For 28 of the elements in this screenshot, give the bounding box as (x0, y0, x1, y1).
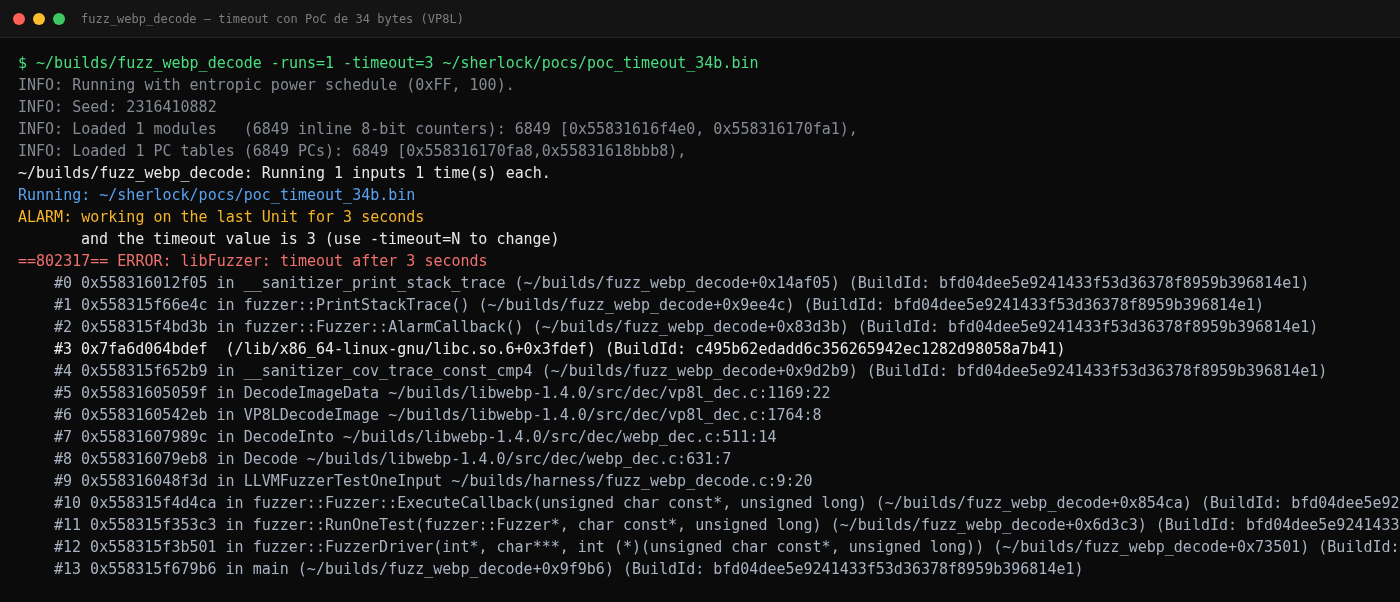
stack-frame-line: #7 0x55831607989c in DecodeInto ~/builds/libwebp-1.4.0/src/dec/webp_dec.c:511:14 (54, 428, 777, 446)
stack-frame-line: #8 0x558316079eb8 in Decode ~/builds/libwebp-1.4.0/src/dec/webp_dec.c:631:7 (54, 450, 732, 468)
stack-frame-line: #4 0x558315f652b9 in __sanitizer_cov_trace_const_cmp4 (~/builds/fuzz_webp_decode+0x9d2b9) (BuildId: bfd04dee5e9241433f53d36378f8959b396814e1) (54, 362, 1328, 380)
stack-frame-line: #12 0x558315f3b501 in fuzzer::FuzzerDriver(int*, char***, int (*)(unsigned char const*, unsigned long)) (~/builds/fuzz_webp_decode+0x73501) (BuildId: (54, 538, 1400, 556)
log-line: INFO: Loaded 1 modules (6849 inline 8-bit counters): 6849 [0x55831616f4e0, 0x558316170fa1), (18, 120, 858, 138)
stack-frame-line: #2 0x558315f4bd3b in fuzzer::Fuzzer::AlarmCallback() (~/builds/fuzz_webp_decode+0x83d3b) (BuildId: bfd04dee5e9241433f53d36378f8959b396814e1) (54, 318, 1319, 336)
error-line: ==802317== ERROR: libFuzzer: timeout after 3 seconds (18, 252, 488, 270)
stack-frame-line: #6 0x5583160542eb in VP8LDecodeImage ~/builds/libwebp-1.4.0/src/dec/vp8l_dec.c:1764:8 (54, 406, 822, 424)
stack-frame-line: #9 0x558316048f3d in LLVMFuzzerTestOneInput ~/builds/harness/fuzz_webp_decode.c:9:20 (54, 472, 813, 490)
stack-frame-line: #5 0x55831605059f in DecodeImageData ~/builds/libwebp-1.4.0/src/dec/vp8l_dec.c:1169:22 (54, 384, 831, 402)
log-line: ~/builds/fuzz_webp_decode: Running 1 inputs 1 time(s) each. (18, 164, 551, 182)
stack-frame-line: #0 0x558316012f05 in __sanitizer_print_stack_trace (~/builds/fuzz_webp_decode+0x14af05) (BuildId: bfd04dee5e9241433f53d36378f8959b396814e1) (54, 274, 1310, 292)
stack-frame-line: #1 0x558315f66e4c in fuzzer::PrintStackTrace() (~/builds/fuzz_webp_decode+0x9ee4c) (BuildId: bfd04dee5e9241433f53d36378f8959b396814e1) (54, 296, 1265, 314)
alarm-line: and the timeout value is 3 (use -timeout=N to change) (81, 230, 560, 248)
command-line: $ ~/builds/fuzz_webp_decode -runs=1 -timeout=3 ~/sherlock/pocs/poc_timeout_34b.bin (18, 54, 759, 72)
log-line: INFO: Seed: 2316410882 (18, 98, 217, 116)
log-line: INFO: Loaded 1 PC tables (6849 PCs): 6849 [0x558316170fa8,0x55831618bbb8), (18, 142, 687, 160)
minimize-icon[interactable] (33, 12, 45, 25)
alarm-line: ALARM: working on the last Unit for 3 seconds (18, 208, 425, 226)
stack-frame-line: #10 0x558315f4d4ca in fuzzer::Fuzzer::ExecuteCallback(unsigned char const*, unsigned long) (~/builds/fuzz_webp_decode+0x854ca) (BuildId: bfd04dee5e92 (54, 494, 1400, 512)
log-line: Running: ~/sherlock/pocs/poc_timeout_34b.bin (18, 186, 416, 204)
maximize-icon[interactable] (53, 12, 65, 25)
close-icon[interactable] (13, 12, 25, 25)
stack-frame-line: #11 0x558315f353c3 in fuzzer::RunOneTest(fuzzer::Fuzzer*, char const*, unsigned long) (~/builds/fuzz_webp_decode+0x6d3c3) (BuildId: bfd04dee5e9241433 (54, 516, 1400, 534)
log-line: INFO: Running with entropic power schedule (0xFF, 100). (18, 76, 515, 94)
stack-frame-line: #13 0x558315f679b6 in main (~/builds/fuzz_webp_decode+0x9f9b6) (BuildId: bfd04dee5e9241433f53d36378f8959b396814e1) (54, 560, 1084, 578)
stack-frame-line: #3 0x7fa6d064bdef (/lib/x86_64-linux-gnu/libc.so.6+0x3fdef) (BuildId: c495b62edadd6c356265942ec1282d98058a7b41) (54, 340, 1066, 358)
window-title: fuzz_webp_decode — timeout con PoC de 34 bytes (VP8L) (81, 11, 464, 26)
